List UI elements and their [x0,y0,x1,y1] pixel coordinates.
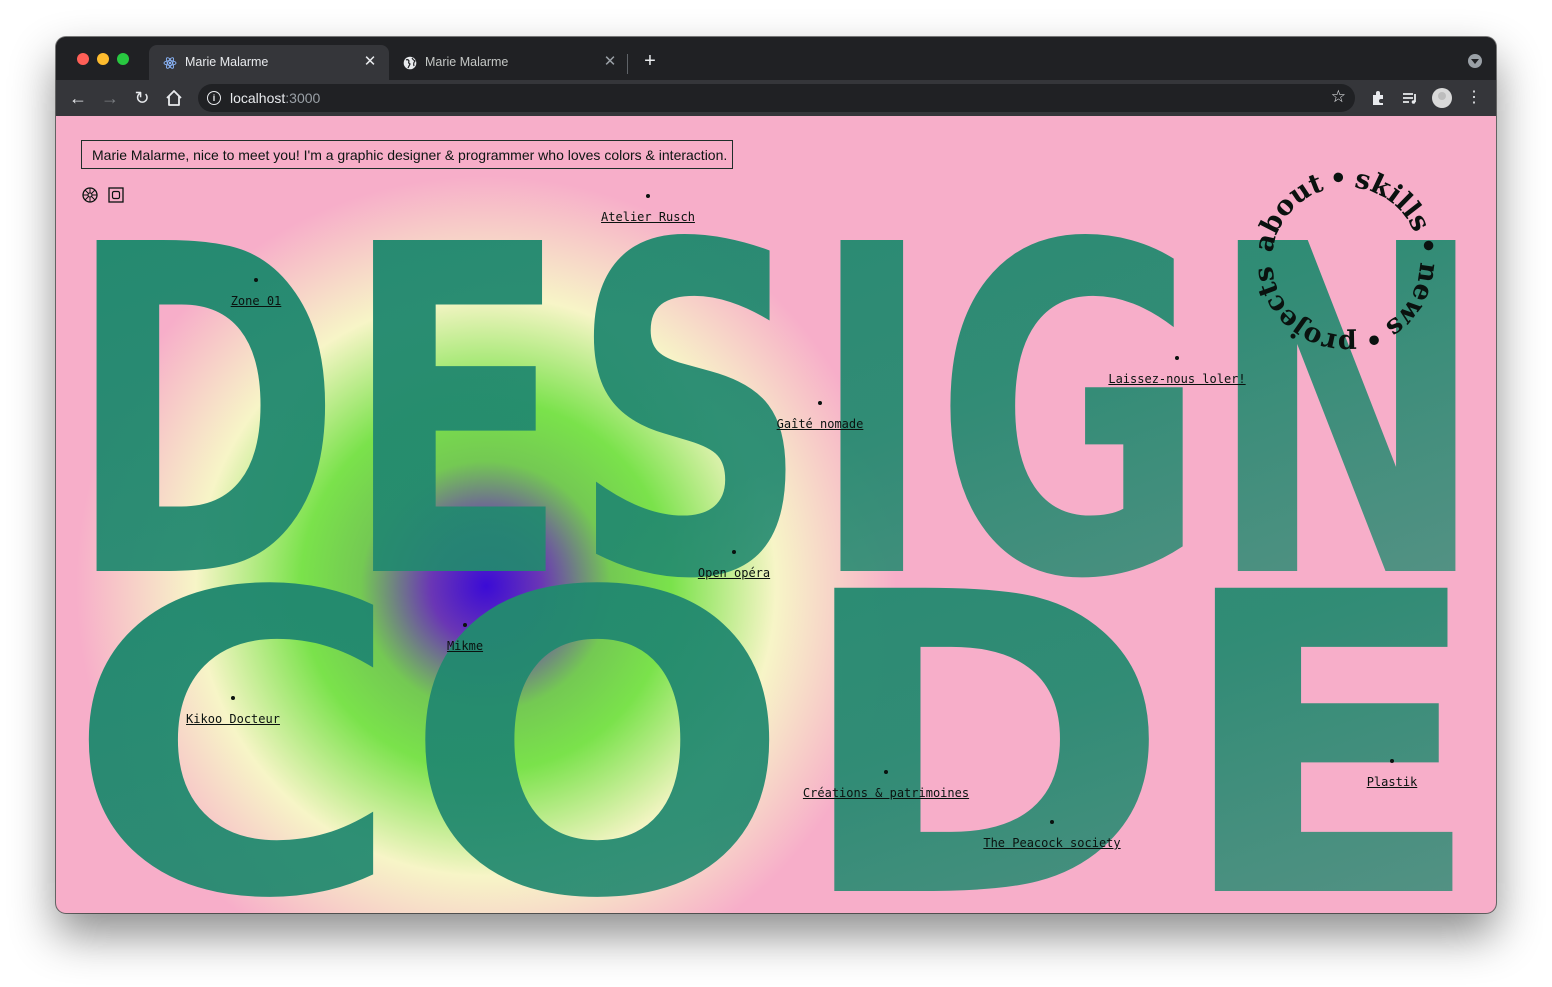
intro-bio: Marie Malarme, nice to meet you! I'm a g… [81,140,733,169]
separator-dot: • [1236,151,1245,158]
tab-bar: Marie Malarme ✕ Marie Malarme ✕ + [56,37,1496,80]
bookmark-star-icon[interactable]: ☆ [1331,87,1346,107]
url-text: localhost:3000 [230,90,320,106]
separator-dot: • [1360,321,1387,356]
tab-marie-malarme[interactable]: Marie Malarme ✕ [389,45,629,80]
project-link-atelier-rusch[interactable]: Atelier Rusch [601,210,695,224]
close-window-button[interactable] [77,53,89,65]
nav-link-projects[interactable]: projects [1248,264,1357,359]
project-dot [1175,356,1179,360]
home-icon[interactable] [162,86,186,110]
square-frame-icon[interactable] [108,187,124,203]
nav-link-about[interactable]: about [1249,167,1328,254]
media-queue-icon[interactable] [1398,86,1422,110]
project-dot [463,623,467,627]
big-word-code-text: CODE [66,505,1486,913]
back-arrow-icon[interactable]: ← [66,86,90,110]
extensions-puzzle-icon[interactable] [1366,86,1390,110]
profile-avatar[interactable] [1432,88,1452,108]
nav-link-news[interactable]: news [1380,261,1444,344]
tab-search-icon[interactable] [1468,54,1482,68]
new-tab-button[interactable]: + [639,50,661,72]
tab-separator [627,54,628,74]
address-bar[interactable]: i localhost:3000 ☆ [198,84,1355,112]
url-host: localhost [230,90,286,106]
project-link-gaite-nomade[interactable]: Gaîté nomade [777,417,864,431]
reload-icon[interactable]: ↻ [130,86,154,110]
react-icon [163,57,177,69]
zoom-window-button[interactable] [117,53,129,65]
project-dot [732,550,736,554]
circular-nav-menu: about•skills•news•projects• [1236,151,1444,359]
project-link-creations-patrimoines[interactable]: Créations & patrimoines [803,786,969,800]
nav-link-skills[interactable]: skills [1352,164,1436,237]
close-tab-icon[interactable]: ✕ [361,53,379,71]
browser-window: Marie Malarme ✕ Marie Malarme ✕ + ← → ↻ … [56,37,1496,913]
minimize-window-button[interactable] [97,53,109,65]
close-tab-icon[interactable]: ✕ [601,53,619,71]
globe-icon [403,56,417,70]
browser-toolbar: ← → ↻ i localhost:3000 ☆ ⋮ [56,80,1496,116]
project-link-plastik[interactable]: Plastik [1367,775,1418,789]
tab-marie-malarme-active[interactable]: Marie Malarme ✕ [149,45,389,80]
project-link-mikme[interactable]: Mikme [447,639,483,653]
big-word-code: CODE [66,505,1486,913]
circular-menu-text: about•skills•news•projects• [1236,151,1444,359]
separator-dot: • [1410,234,1444,257]
project-dot [231,696,235,700]
tab-title: Marie Malarme [185,55,269,69]
project-link-laissez-nous-loler[interactable]: Laissez-nous loler! [1108,372,1245,386]
url-port: :3000 [285,90,321,106]
project-dot [254,278,258,282]
site-info-icon[interactable]: i [207,91,221,105]
forward-arrow-icon[interactable]: → [98,86,122,110]
settings-wheel-icon[interactable] [82,187,98,203]
page-viewport: DESIGN CODE Marie Malarme, nice to meet … [56,116,1496,913]
project-link-zone-01[interactable]: Zone 01 [231,294,282,308]
tab-title: Marie Malarme [425,55,509,69]
project-link-peacock-society[interactable]: The Peacock society [983,836,1120,850]
project-link-open-opera[interactable]: Open opéra [698,566,770,580]
more-menu-icon[interactable]: ⋮ [1462,86,1486,110]
project-dot [884,770,888,774]
project-dot [1390,759,1394,763]
project-dot [1050,820,1054,824]
project-dot [646,194,650,198]
project-link-kikoo-docteur[interactable]: Kikoo Docteur [186,712,280,726]
project-dot [818,401,822,405]
separator-dot: • [1328,163,1348,195]
